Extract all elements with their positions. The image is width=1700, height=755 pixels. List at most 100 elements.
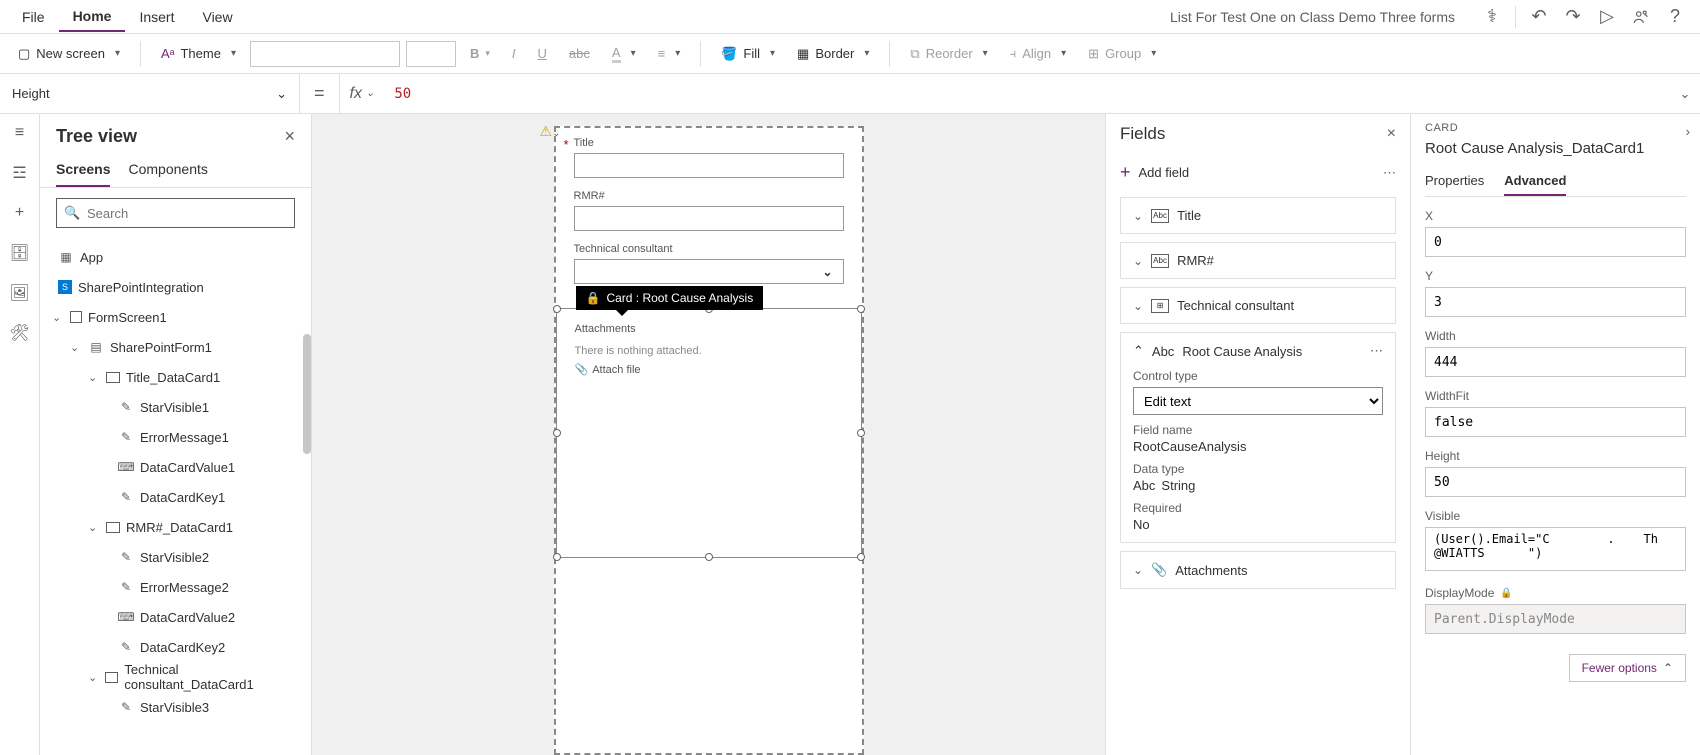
tab-components[interactable]: Components xyxy=(128,153,207,187)
menu-tab-view[interactable]: View xyxy=(188,3,246,31)
more-icon[interactable]: ⋯ xyxy=(1370,343,1383,359)
help-icon[interactable]: ? xyxy=(1658,0,1692,34)
chevron-down-icon[interactable]: ⌄ xyxy=(88,521,100,534)
warning-icon[interactable]: ⚠⌄ xyxy=(540,123,561,140)
tree-item-errormessage2[interactable]: ✎ErrorMessage2 xyxy=(40,572,311,602)
height-input[interactable] xyxy=(1425,467,1686,497)
theme-button[interactable]: Aᵃ Theme xyxy=(153,42,244,65)
font-select[interactable] xyxy=(250,41,400,67)
chevron-down-icon[interactable]: ⌄ xyxy=(1133,563,1143,577)
visible-input[interactable]: (User().Email="C . Th @WIATTS ") xyxy=(1425,527,1686,571)
resize-handle[interactable] xyxy=(553,553,561,561)
resize-handle[interactable] xyxy=(553,305,561,313)
tree-item-datacardvalue1[interactable]: ⌨DataCardValue1 xyxy=(40,452,311,482)
width-input[interactable] xyxy=(1425,347,1686,377)
data-icon[interactable]: 🗄 xyxy=(9,242,31,264)
fields-close-icon[interactable]: × xyxy=(1387,125,1396,143)
add-field-button[interactable]: + Add field ⋯ xyxy=(1120,154,1396,197)
new-screen-button[interactable]: ▢ New screen xyxy=(10,42,128,66)
bold-button[interactable]: B▾ xyxy=(462,42,498,65)
tree-item-rmr-datacard1[interactable]: ⌄RMR#_DataCard1 xyxy=(40,512,311,542)
more-icon[interactable]: ⋯ xyxy=(1383,165,1396,181)
x-input[interactable] xyxy=(1425,227,1686,257)
tree-item-app[interactable]: ▦App xyxy=(40,242,311,272)
font-color-button[interactable]: A xyxy=(604,41,644,67)
tab-screens[interactable]: Screens xyxy=(56,153,110,187)
chevron-down-icon[interactable]: ⌄ xyxy=(1133,209,1143,223)
hamburger-icon[interactable]: ≡ xyxy=(9,122,31,144)
tree-item-starvisible2[interactable]: ✎StarVisible2 xyxy=(40,542,311,572)
border-button[interactable]: ▦ Border xyxy=(789,42,877,66)
fewer-options-button[interactable]: Fewer options ⌃ xyxy=(1569,654,1686,682)
canvas-area[interactable]: ⚠⌄ * Title RMR# Technical consultant ⌄ 🔒… xyxy=(312,114,1105,755)
tree-item-datacardvalue2[interactable]: ⌨DataCardValue2 xyxy=(40,602,311,632)
tree-search-input[interactable] xyxy=(56,198,295,228)
menu-tab-home[interactable]: Home xyxy=(59,2,126,32)
title-input[interactable] xyxy=(574,153,844,178)
resize-handle[interactable] xyxy=(553,429,561,437)
widthfit-input[interactable] xyxy=(1425,407,1686,437)
property-selector[interactable]: Height ⌄ xyxy=(0,74,300,114)
form-card[interactable]: ⚠⌄ * Title RMR# Technical consultant ⌄ 🔒… xyxy=(554,126,864,755)
chevron-down-icon[interactable]: ⌄ xyxy=(52,311,64,324)
tools-icon[interactable]: 🛠 xyxy=(9,322,31,344)
italic-button[interactable]: I xyxy=(504,42,524,65)
expand-panel-icon[interactable]: › xyxy=(1686,124,1690,139)
fill-button[interactable]: 🪣 Fill xyxy=(713,42,783,66)
resize-handle[interactable] xyxy=(705,553,713,561)
field-item-root-expanded[interactable]: ⌃ Abc Root Cause Analysis ⋯ Control type… xyxy=(1120,332,1396,543)
tech-dropdown[interactable]: ⌄ xyxy=(574,259,844,284)
formula-expand-icon[interactable]: ⌄ xyxy=(1670,86,1700,102)
resize-handle[interactable] xyxy=(857,305,865,313)
field-item-tech[interactable]: ⌄ ⊞ Technical consultant xyxy=(1120,287,1396,324)
group-button[interactable]: ⊞ Group xyxy=(1080,42,1164,66)
text-align-button[interactable]: ≡ xyxy=(650,42,689,65)
tree-item-tech-datacard1[interactable]: ⌄Technical consultant_DataCard1 xyxy=(40,662,311,692)
menu-tab-file[interactable]: File xyxy=(8,3,59,31)
fx-button[interactable]: fx⌄ xyxy=(339,74,385,113)
media-icon[interactable]: 🖼 xyxy=(9,282,31,304)
chevron-down-icon[interactable]: ⌄ xyxy=(88,371,100,384)
y-input[interactable] xyxy=(1425,287,1686,317)
tree-item-sharepointform1[interactable]: ⌄▤SharePointForm1 xyxy=(40,332,311,362)
tree-item-formscreen1[interactable]: ⌄FormScreen1 xyxy=(40,302,311,332)
tree-item-errormessage1[interactable]: ✎ErrorMessage1 xyxy=(40,422,311,452)
attach-file-button[interactable]: 📎Attach file xyxy=(575,363,843,376)
tree-close-icon[interactable]: × xyxy=(284,126,295,147)
menu-tab-insert[interactable]: Insert xyxy=(125,3,188,31)
tree-view-icon[interactable]: ☲ xyxy=(9,162,31,184)
tree-item-datacardkey2[interactable]: ✎DataCardKey2 xyxy=(40,632,311,662)
chevron-down-icon[interactable]: ⌄ xyxy=(1133,299,1143,313)
formula-input[interactable]: 50 xyxy=(384,86,1670,102)
share-icon[interactable] xyxy=(1624,0,1658,34)
selection-box[interactable]: Attachments There is nothing attached. 📎… xyxy=(556,308,862,558)
field-item-title[interactable]: ⌄ Abc Title xyxy=(1120,197,1396,234)
control-type-select[interactable]: Edit text xyxy=(1133,387,1383,415)
redo-icon[interactable]: ↷ xyxy=(1556,0,1590,34)
tree-item-starvisible1[interactable]: ✎StarVisible1 xyxy=(40,392,311,422)
font-size-select[interactable] xyxy=(406,41,456,67)
tab-advanced[interactable]: Advanced xyxy=(1504,167,1566,196)
reorder-button[interactable]: ⧉ Reorder xyxy=(902,42,995,66)
chevron-down-icon[interactable]: ⌄ xyxy=(1133,254,1143,268)
stethoscope-icon[interactable]: ⚕ xyxy=(1475,0,1509,34)
resize-handle[interactable] xyxy=(857,553,865,561)
tree-item-datacardkey1[interactable]: ✎DataCardKey1 xyxy=(40,482,311,512)
rmr-input[interactable] xyxy=(574,206,844,231)
chevron-up-icon[interactable]: ⌃ xyxy=(1133,343,1144,359)
play-icon[interactable]: ▷ xyxy=(1590,0,1624,34)
tree-item-title-datacard1[interactable]: ⌄Title_DataCard1 xyxy=(40,362,311,392)
strike-button[interactable]: abc xyxy=(561,42,598,65)
chevron-down-icon[interactable]: ⌄ xyxy=(88,671,99,684)
tree-item-starvisible3[interactable]: ✎StarVisible3 xyxy=(40,692,311,722)
chevron-down-icon[interactable]: ⌄ xyxy=(70,341,82,354)
underline-button[interactable]: U xyxy=(530,42,555,65)
undo-icon[interactable]: ↶ xyxy=(1522,0,1556,34)
resize-handle[interactable] xyxy=(857,429,865,437)
scrollbar[interactable] xyxy=(303,334,311,454)
insert-icon[interactable]: + xyxy=(9,202,31,224)
align-button[interactable]: ⫞ Align xyxy=(1002,42,1074,66)
field-item-rmr[interactable]: ⌄ Abc RMR# xyxy=(1120,242,1396,279)
tree-item-sharepoint-integration[interactable]: SSharePointIntegration xyxy=(40,272,311,302)
tab-properties[interactable]: Properties xyxy=(1425,167,1484,196)
